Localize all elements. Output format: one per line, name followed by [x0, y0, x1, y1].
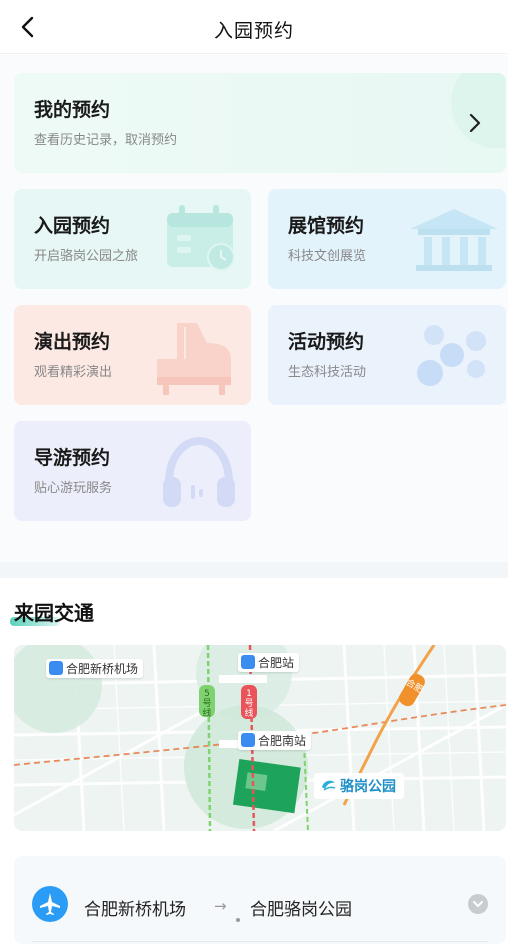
traffic-section-title: 来园交通 [14, 601, 94, 625]
page-title: 入园预约 [213, 20, 294, 42]
route-to: 合肥骆岗公园 [250, 900, 352, 920]
line5-label: 5号线 [202, 689, 212, 719]
pavilion-icon [410, 209, 498, 271]
train-icon [241, 733, 255, 747]
performance-card[interactable]: 演出预约 观看精彩演出 [14, 305, 251, 405]
route-card[interactable]: 合肥新桥机场 → 合肥骆岗公园 [14, 856, 506, 944]
calendar-icon [167, 205, 235, 271]
transport-map[interactable]: 合肥新桥机场 合肥站 合肥南站 5号线 1号线 合肥 骆岗公园 [14, 645, 506, 831]
molecule-icon [417, 325, 486, 386]
park-label: 骆岗公园 [340, 779, 396, 795]
pavilion-card[interactable]: 展馆预约 科技文创展览 [268, 189, 506, 289]
route-from: 合肥新桥机场 [84, 900, 186, 920]
station-marker[interactable]: 合肥站 [238, 653, 300, 672]
guide-card[interactable]: 导游预约 贴心游玩服务 [14, 421, 251, 521]
route-arrow: → [214, 897, 227, 915]
card-subtitle: 贴心游玩服务 [34, 481, 113, 496]
airport-marker[interactable]: 合肥新桥机场 [46, 659, 144, 678]
my-booking-card[interactable]: 我的预约 查看历史记录，取消预约 [14, 73, 506, 173]
headphones-icon [163, 436, 235, 507]
park-marker[interactable]: 骆岗公园 [314, 773, 404, 799]
my-booking-title: 我的预约 [34, 99, 111, 121]
train-icon [241, 655, 255, 669]
card-subtitle: 生态科技活动 [288, 365, 367, 380]
card-subtitle: 开启骆岗公园之旅 [34, 249, 139, 264]
airplane-icon [32, 886, 68, 922]
divider [32, 941, 488, 942]
park-entry-card[interactable]: 入园预约 开启骆岗公园之旅 [14, 189, 251, 289]
nav-bar: 入园预约 [0, 0, 508, 54]
south-station-label: 合肥南站 [258, 734, 307, 748]
card-subtitle: 科技文创展览 [288, 249, 367, 264]
park-logo-icon [322, 780, 336, 791]
card-title: 活动预约 [288, 331, 365, 353]
card-subtitle: 观看精彩演出 [34, 365, 113, 380]
chevron-down-icon[interactable] [468, 894, 488, 914]
piano-icon [157, 323, 231, 395]
page-indicator-dot [236, 918, 240, 922]
activity-card[interactable]: 活动预约 生态科技活动 [268, 305, 506, 405]
south-station-marker[interactable]: 合肥南站 [238, 731, 312, 750]
card-title: 展馆预约 [288, 215, 365, 237]
section-divider [0, 562, 508, 578]
station-label: 合肥站 [258, 656, 295, 670]
card-title: 入园预约 [34, 215, 111, 237]
card-title: 导游预约 [34, 447, 111, 469]
airport-label: 合肥新桥机场 [66, 662, 139, 676]
card-title: 演出预约 [34, 331, 111, 353]
chevron-right-icon [469, 113, 481, 133]
line1-label: 1号线 [244, 689, 254, 719]
airplane-icon [49, 661, 63, 675]
leaf-decor-icon [451, 73, 506, 148]
my-booking-subtitle: 查看历史记录，取消预约 [34, 133, 178, 148]
